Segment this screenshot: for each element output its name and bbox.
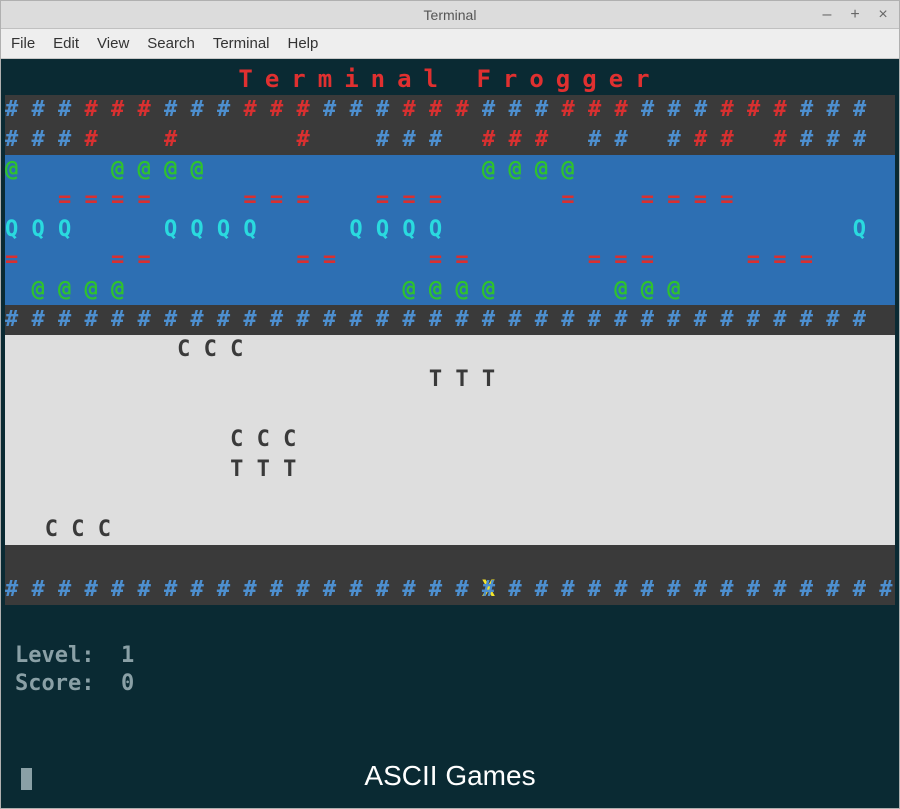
road-row-7: C C C <box>5 515 895 545</box>
road-row-6 <box>5 485 895 515</box>
terminal-viewport[interactable]: Terminal Frogger # # # # # # # # # # # #… <box>1 59 899 808</box>
window-controls: – + × <box>817 1 893 28</box>
game-title: Terminal Frogger <box>5 63 895 95</box>
close-icon: × <box>878 6 887 24</box>
menu-file[interactable]: File <box>11 35 35 52</box>
maximize-icon: + <box>850 6 859 24</box>
river-row-4-waves: = = = = = = = = = = = = = <box>5 245 895 275</box>
status-score: Score: 0 <box>5 667 895 695</box>
menubar: File Edit View Search Terminal Help <box>1 29 899 59</box>
bank-mid-row: # # # # # # # # # # # # # # # # # # # # … <box>5 305 895 335</box>
score-label: Score: <box>15 671 121 696</box>
bank-bottom-row-1: # # # # # # # # # # # # # # # X # # # # … <box>5 545 895 575</box>
river-row-2-waves: = = = = = = = = = = = = = = = <box>5 185 895 215</box>
river-row-5-logs: @ @ @ @ @ @ @ @ @ @ @ <box>5 275 895 305</box>
bank-top-row-2: # # # # # # # # # # # # # # # # # # # # … <box>5 125 895 155</box>
road-row-2: T T T <box>5 365 895 395</box>
window-title: Terminal <box>424 7 477 23</box>
menu-search[interactable]: Search <box>147 35 195 52</box>
road-row-3 <box>5 395 895 425</box>
menu-help[interactable]: Help <box>288 35 319 52</box>
status-level: Level: 1 <box>5 639 895 667</box>
minimize-button[interactable]: – <box>817 5 837 25</box>
level-label: Level: <box>15 643 121 668</box>
bank-bottom-row-2: # # # # # # # # # # # # # # # # # # # # … <box>5 575 895 605</box>
score-value: 0 <box>121 671 134 696</box>
bank-top-row-1: # # # # # # # # # # # # # # # # # # # # … <box>5 95 895 125</box>
caption-label: ASCII Games <box>1 762 899 790</box>
level-value: 1 <box>121 643 134 668</box>
maximize-button[interactable]: + <box>845 5 865 25</box>
minimize-icon: – <box>823 6 832 24</box>
close-button[interactable]: × <box>873 5 893 25</box>
blank-row <box>5 605 895 639</box>
terminal-cursor-icon <box>21 768 32 790</box>
road-row-5: T T T <box>5 455 895 485</box>
menu-edit[interactable]: Edit <box>53 35 79 52</box>
menu-view[interactable]: View <box>97 35 129 52</box>
titlebar[interactable]: Terminal – + × <box>1 1 899 29</box>
river-row-1-logs: @ @ @ @ @ @ @ @ @ <box>5 155 895 185</box>
river-row-3-turtles: Q Q Q Q Q Q Q Q Q Q Q Q <box>5 215 895 245</box>
road-row-4: C C C <box>5 425 895 455</box>
road-row-1: C C C <box>5 335 895 365</box>
menu-terminal[interactable]: Terminal <box>213 35 270 52</box>
app-window: Terminal – + × File Edit View Search Ter… <box>0 0 900 809</box>
